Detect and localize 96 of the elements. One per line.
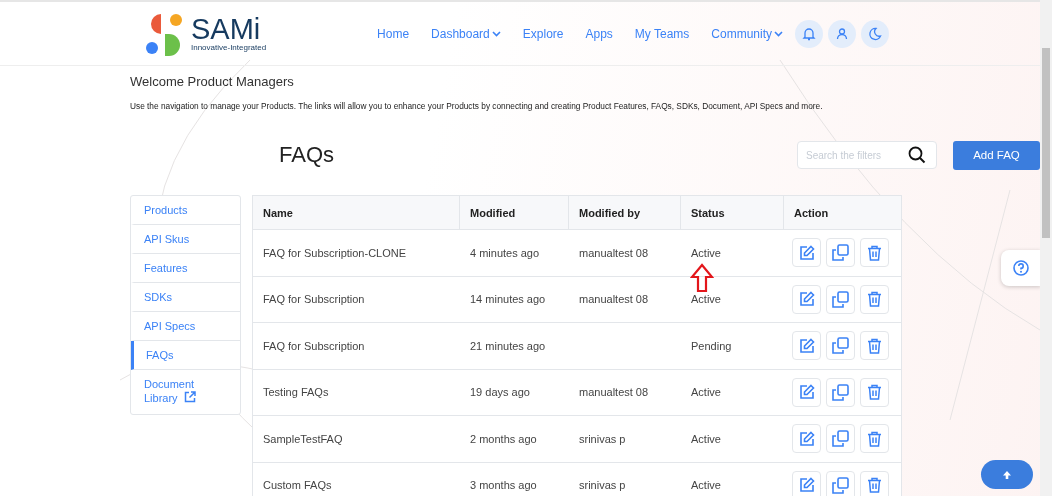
table-cell: 21 minutes ago — [470, 339, 546, 352]
edit-button[interactable] — [792, 331, 821, 361]
help-button[interactable] — [1001, 250, 1041, 286]
duplicate-button[interactable] — [826, 284, 855, 314]
edit-icon — [798, 291, 815, 308]
table-cell: Active — [691, 293, 721, 306]
sidebar-item[interactable]: Document Library — [131, 370, 240, 414]
edit-icon — [798, 337, 815, 354]
table-cell: Custom FAQs — [263, 479, 332, 492]
trash-icon — [867, 337, 882, 354]
delete-button[interactable] — [860, 377, 889, 407]
sidebar-item[interactable]: FAQs — [131, 341, 240, 370]
trash-icon — [867, 477, 882, 494]
add-faq-button[interactable]: Add FAQ — [953, 140, 1040, 170]
duplicate-button[interactable] — [826, 377, 855, 407]
table-cell: Pending — [691, 339, 732, 352]
delete-button[interactable] — [860, 424, 889, 454]
edit-button[interactable] — [792, 424, 821, 454]
table-cell: FAQ for Subscription — [263, 293, 365, 306]
duplicate-button[interactable] — [826, 470, 855, 496]
table-cell: manualtest 08 — [579, 246, 649, 259]
trash-icon — [867, 244, 882, 261]
delete-button[interactable] — [860, 470, 889, 496]
delete-button[interactable] — [860, 331, 889, 361]
bell-icon — [802, 26, 816, 41]
nav-link[interactable]: Dashboard — [431, 26, 501, 41]
logo-name: SAMi — [191, 15, 262, 43]
copy-icon — [832, 337, 849, 355]
duplicate-button[interactable] — [826, 424, 855, 454]
edit-button[interactable] — [792, 470, 821, 496]
sidebar-item[interactable]: SDKs — [131, 283, 240, 312]
table-cell: srinivas p — [579, 432, 626, 445]
table-cell: 4 minutes ago — [470, 246, 540, 259]
sidebar-item[interactable]: Products — [131, 196, 240, 225]
notifications-button[interactable] — [795, 19, 823, 48]
table-cell: FAQ for Subscription-CLONE — [263, 246, 407, 259]
table-cell: 19 days ago — [470, 386, 530, 399]
table-cell: manualtest 08 — [579, 386, 649, 399]
copy-icon — [832, 430, 849, 448]
column-header: Status — [681, 196, 784, 229]
edit-button[interactable] — [792, 377, 821, 407]
table-cell: SampleTestFAQ — [263, 432, 343, 445]
duplicate-button[interactable] — [826, 238, 855, 268]
table-cell: Active — [691, 479, 721, 492]
copy-icon — [832, 290, 849, 308]
welcome-title: Welcome Product Managers — [130, 74, 295, 89]
theme-button[interactable] — [861, 19, 889, 48]
nav-link[interactable]: Community — [711, 26, 783, 41]
search-icon — [908, 146, 926, 164]
column-header: Action — [793, 205, 830, 221]
edit-icon — [798, 384, 815, 401]
duplicate-button[interactable] — [826, 331, 855, 361]
table-cell: Active — [691, 432, 721, 445]
arrow-up-icon — [1002, 469, 1012, 480]
column-header: Modified by — [569, 196, 681, 229]
nav-link[interactable]: Home — [377, 26, 410, 41]
delete-button[interactable] — [860, 284, 889, 314]
copy-icon — [832, 383, 849, 401]
logo-tagline: Innovative-Integrated — [191, 43, 267, 52]
profile-button[interactable] — [828, 19, 856, 48]
table-cell: manualtest 08 — [579, 293, 649, 306]
nav-link[interactable]: Explore — [522, 26, 564, 41]
edit-button[interactable] — [792, 238, 821, 268]
edit-icon — [798, 477, 815, 494]
user-icon — [835, 26, 849, 41]
trash-icon — [867, 291, 882, 308]
table-cell: 3 months ago — [470, 479, 537, 492]
logo-icon — [145, 11, 185, 56]
scroll-to-top-button[interactable] — [981, 460, 1033, 489]
table-cell: Active — [691, 386, 721, 399]
table-cell: Active — [691, 246, 721, 259]
table-cell: srinivas p — [579, 479, 626, 492]
moon-icon — [868, 26, 882, 41]
table-cell: FAQ for Subscription — [263, 339, 365, 352]
table-cell: 2 months ago — [470, 432, 537, 445]
column-header: Modified — [460, 196, 569, 229]
trash-icon — [867, 384, 882, 401]
copy-icon — [832, 476, 849, 494]
column-header: Name — [253, 196, 460, 229]
edit-button[interactable] — [792, 284, 821, 314]
nav-link[interactable]: Apps — [585, 26, 613, 41]
sidebar-item[interactable]: API Specs — [131, 312, 240, 341]
delete-button[interactable] — [860, 238, 889, 268]
trash-icon — [867, 430, 882, 447]
table-cell: 14 minutes ago — [470, 293, 546, 306]
help-icon — [1013, 260, 1029, 276]
welcome-text: Use the navigation to manage your Products. The links will allow you to enhance your Products by connecting and creating Product Features, FAQs, SDKs, Document, API Specs and more. — [130, 101, 824, 111]
copy-icon — [832, 244, 849, 262]
nav-link[interactable]: My Teams — [634, 26, 690, 41]
page-title: FAQs — [279, 142, 334, 168]
sidebar-item[interactable]: API Skus — [131, 225, 240, 254]
edit-icon — [798, 244, 815, 261]
sidebar-item[interactable]: Features — [131, 254, 240, 283]
annotation-arrow — [690, 263, 714, 293]
table-cell: Testing FAQs — [263, 386, 329, 399]
edit-icon — [798, 430, 815, 447]
